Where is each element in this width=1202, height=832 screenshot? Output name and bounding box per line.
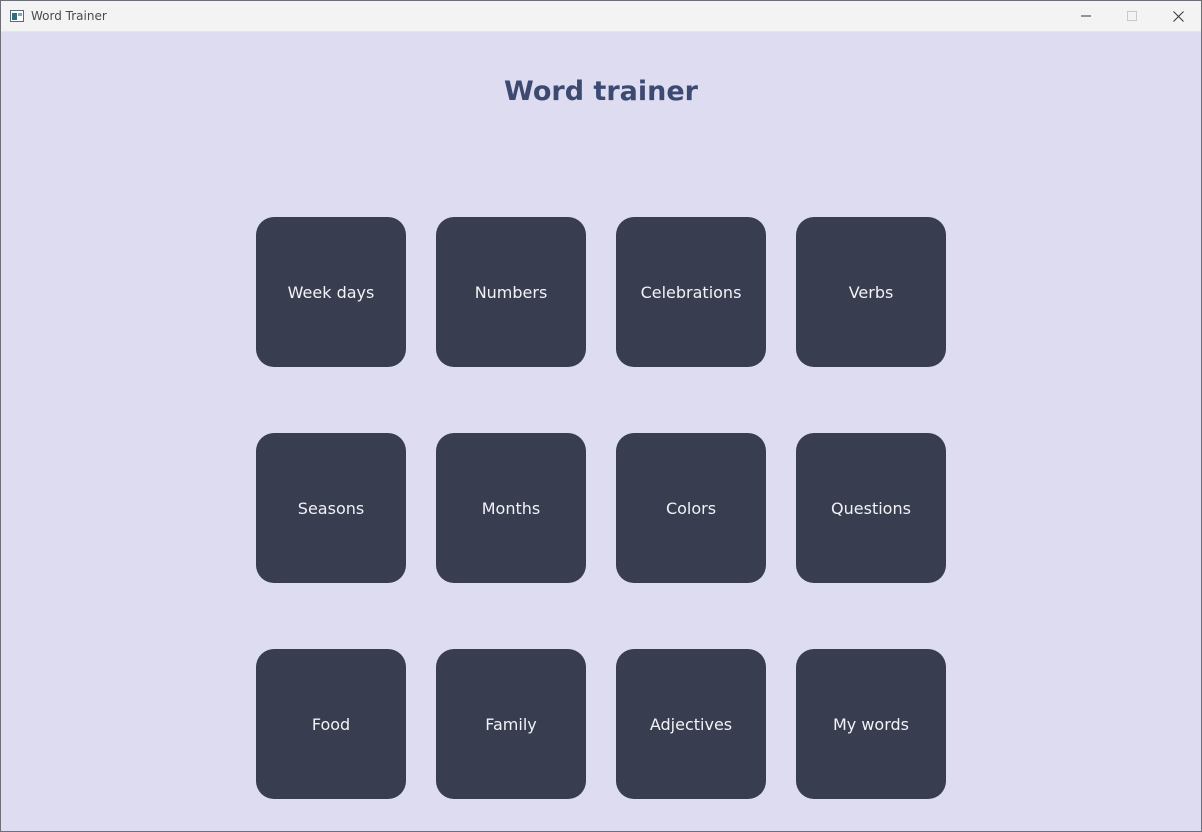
category-tile-seasons[interactable]: Seasons (256, 433, 406, 583)
category-tile-colors[interactable]: Colors (616, 433, 766, 583)
window-title: Word Trainer (31, 9, 107, 23)
close-icon (1172, 10, 1184, 22)
category-label: Week days (287, 282, 375, 302)
close-button[interactable] (1155, 1, 1201, 31)
category-label: Questions (831, 498, 911, 518)
maximize-icon (1127, 11, 1137, 21)
category-grid: Week days Numbers Celebrations Verbs Sea… (256, 217, 946, 799)
app-window: Word Trainer Word trainer Week days Numb… (0, 0, 1202, 832)
category-tile-food[interactable]: Food (256, 649, 406, 799)
app-window-icon (10, 9, 24, 22)
maximize-button[interactable] (1109, 1, 1155, 31)
category-tile-adjectives[interactable]: Adjectives (616, 649, 766, 799)
category-tile-family[interactable]: Family (436, 649, 586, 799)
category-label: Seasons (297, 498, 365, 518)
title-bar[interactable]: Word Trainer (1, 1, 1201, 32)
category-tile-my-words[interactable]: My words (796, 649, 946, 799)
category-label: Adjectives (649, 714, 733, 734)
category-label: Months (481, 498, 541, 518)
minimize-icon (1081, 15, 1091, 17)
category-tile-months[interactable]: Months (436, 433, 586, 583)
category-label: Numbers (474, 282, 548, 302)
category-tile-verbs[interactable]: Verbs (796, 217, 946, 367)
category-label: Colors (665, 498, 717, 518)
category-tile-numbers[interactable]: Numbers (436, 217, 586, 367)
category-tile-week-days[interactable]: Week days (256, 217, 406, 367)
category-label: Family (485, 714, 537, 734)
category-tile-questions[interactable]: Questions (796, 433, 946, 583)
category-tile-celebrations[interactable]: Celebrations (616, 217, 766, 367)
page-title: Word trainer (504, 76, 698, 107)
minimize-button[interactable] (1063, 1, 1109, 31)
category-label: My words (832, 714, 910, 734)
category-label: Celebrations (640, 282, 742, 302)
category-label: Food (311, 714, 351, 734)
main-content: Word trainer Week days Numbers Celebrati… (1, 32, 1201, 831)
category-label: Verbs (848, 282, 894, 302)
